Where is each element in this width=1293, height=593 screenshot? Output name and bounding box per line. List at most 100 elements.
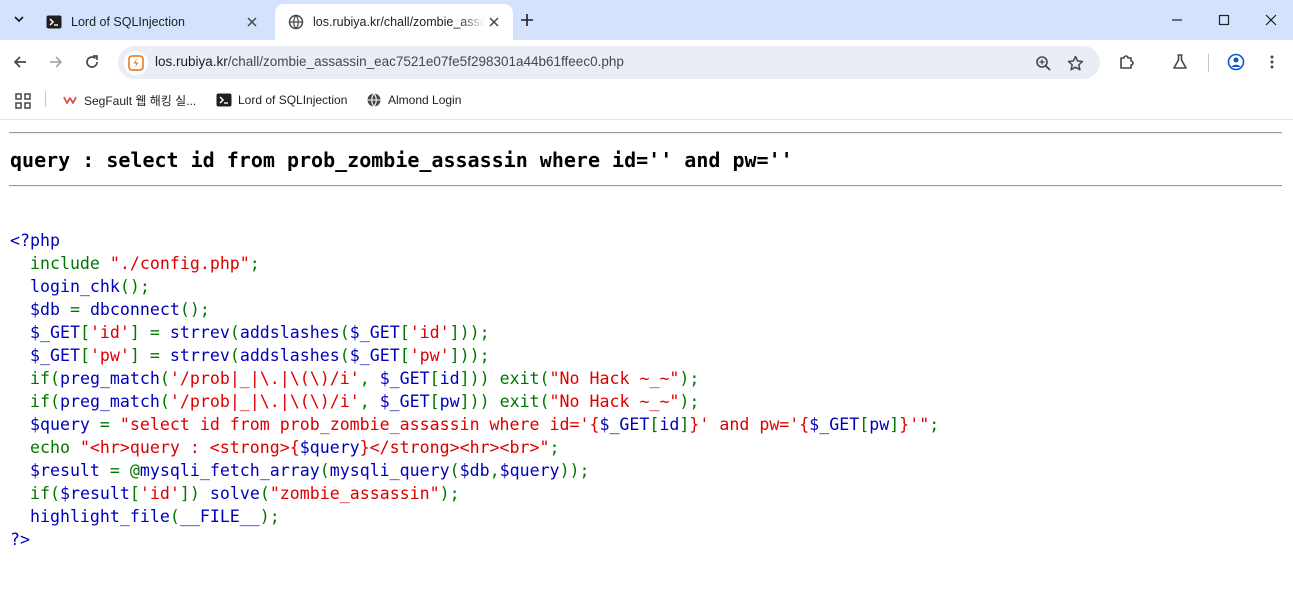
code-line: $query = "select id from prob_zombie_ass…	[10, 413, 939, 436]
code-token: ,	[359, 392, 380, 411]
minimize-button[interactable]	[1154, 6, 1200, 34]
code-token: [	[129, 484, 140, 503]
profile-icon	[1227, 53, 1245, 71]
code-token: [	[859, 415, 870, 434]
zoom-button[interactable]	[1031, 51, 1055, 75]
code-token: $_GET	[379, 392, 430, 411]
tab-search-button[interactable]	[8, 8, 30, 30]
code-token: $db	[29, 300, 70, 319]
code-token: ]	[889, 415, 900, 434]
tab-lord-of-sqlinjection[interactable]: Lord of SQLInjection	[33, 4, 271, 40]
bookmark-segfault[interactable]: SegFault 웹 해킹 실...	[62, 90, 196, 110]
code-token: }'"	[899, 415, 930, 434]
profile-button[interactable]	[1223, 49, 1249, 75]
code-line: <?php	[10, 229, 939, 252]
tab-close-button[interactable]	[243, 13, 261, 31]
tab-close-button[interactable]	[485, 13, 503, 31]
url-path: /chall/zombie_assassin_eac7521e07fe5f298…	[227, 54, 624, 69]
zoom-icon	[1035, 55, 1051, 71]
code-token: );	[679, 369, 700, 388]
code-token: highlight_file	[29, 507, 170, 526]
code-token: $_GET	[349, 323, 400, 342]
code-token: id	[659, 415, 680, 434]
code-token: ;	[549, 438, 560, 457]
code-token: $_GET	[379, 369, 430, 388]
url-text[interactable]: los.rubiya.kr/chall/zombie_assassin_eac7…	[155, 54, 624, 69]
tab-strip: Lord of SQLInjection los.rubiya.kr/chall…	[0, 0, 1293, 40]
flask-icon	[1173, 54, 1187, 69]
code-token: $_GET	[809, 415, 860, 434]
browser-toolbar: los.rubiya.kr/chall/zombie_assassin_eac7…	[0, 40, 1293, 85]
code-token: );	[439, 484, 460, 503]
code-token: 'pw'	[409, 346, 450, 365]
code-token: [	[399, 323, 410, 342]
bookmark-almond-login[interactable]: Almond Login	[366, 90, 461, 110]
tab-title: los.rubiya.kr/chall/zombie_assassin_eac7…	[313, 15, 485, 29]
labs-button[interactable]	[1167, 49, 1193, 75]
code-token: = @	[109, 461, 140, 480]
code-token: $_GET	[599, 415, 650, 434]
code-token: ])) exit(	[459, 392, 550, 411]
code-token: "No Hack ~_~"	[549, 392, 680, 411]
forward-button[interactable]	[43, 49, 69, 75]
code-token: pw	[869, 415, 890, 434]
code-token: $result	[59, 484, 130, 503]
more-vert-icon	[1270, 55, 1274, 69]
extensions-button[interactable]	[1114, 49, 1140, 75]
code-token: if(	[29, 484, 60, 503]
new-tab-button[interactable]	[516, 9, 538, 31]
code-token: =	[69, 300, 90, 319]
code-token: ] =	[129, 346, 170, 365]
maximize-icon	[1218, 14, 1230, 26]
maximize-button[interactable]	[1201, 6, 1247, 34]
horizontal-rule	[9, 132, 1282, 134]
tab-title: Lord of SQLInjection	[71, 15, 185, 29]
code-token: '/prob|_|\.|\(\)/i'	[169, 392, 360, 411]
code-token: ]));	[449, 323, 490, 342]
code-token: ,	[489, 461, 500, 480]
code-token: (	[319, 461, 330, 480]
code-token: ?>	[10, 530, 30, 549]
code-token: __FILE__	[179, 507, 260, 526]
site-info-button[interactable]	[124, 51, 148, 75]
code-token: addslashes	[239, 346, 340, 365]
code-token: $query	[299, 438, 360, 457]
code-token: "./config.php"	[109, 254, 250, 273]
code-token: if(	[29, 369, 60, 388]
apps-button[interactable]	[14, 92, 32, 110]
code-token: ));	[559, 461, 590, 480]
code-token: (	[159, 369, 170, 388]
code-token: (	[259, 484, 270, 503]
window-close-button[interactable]	[1248, 6, 1293, 34]
code-token: =	[99, 415, 120, 434]
address-bar[interactable]: los.rubiya.kr/chall/zombie_assassin_eac7…	[118, 46, 1100, 79]
code-token: (	[339, 323, 350, 342]
back-button[interactable]	[7, 49, 33, 75]
code-token: [	[429, 392, 440, 411]
tab-zombie-assassin[interactable]: los.rubiya.kr/chall/zombie_assassin_eac7…	[275, 4, 513, 40]
code-token: [	[399, 346, 410, 365]
code-token: "zombie_assassin"	[269, 484, 440, 503]
code-token: [	[429, 369, 440, 388]
bookmark-star-button[interactable]	[1063, 51, 1087, 75]
not-secure-icon	[128, 55, 144, 71]
code-token: <?php	[10, 231, 60, 250]
code-token: 'id'	[409, 323, 450, 342]
globe-icon	[366, 92, 382, 108]
code-token: "select id from prob_zombie_assassin whe…	[119, 415, 600, 434]
code-token: ();	[119, 277, 150, 296]
code-token: (	[449, 461, 460, 480]
code-token: ])	[179, 484, 210, 503]
code-line: $result = @mysqli_fetch_array(mysqli_que…	[10, 459, 939, 482]
segfault-icon	[62, 92, 78, 108]
reload-button[interactable]	[79, 49, 105, 75]
menu-button[interactable]	[1259, 49, 1285, 75]
terminal-icon	[46, 14, 62, 30]
query-text: select id from prob_zombie_assassin wher…	[106, 148, 793, 172]
bookmark-lord-of-sqlinjection[interactable]: Lord of SQLInjection	[216, 90, 347, 110]
bookmark-label: SegFault 웹 해킹 실...	[84, 93, 197, 108]
